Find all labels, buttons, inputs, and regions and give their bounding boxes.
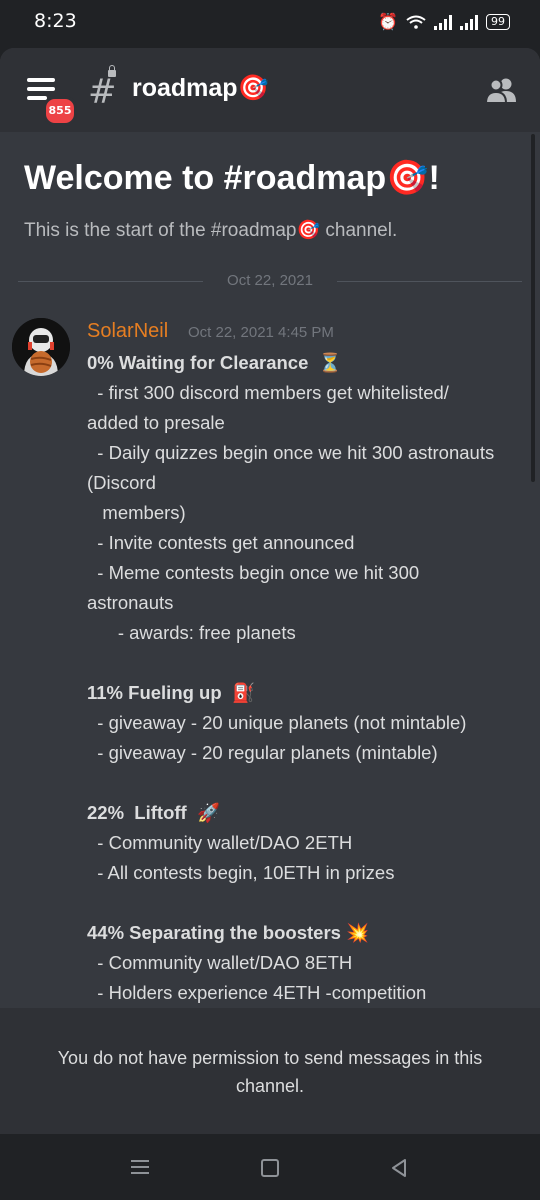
message-line: - first 300 discord members get whitelis… xyxy=(87,382,449,403)
signal-icon xyxy=(434,14,452,30)
notification-badge: 855 xyxy=(43,96,77,126)
wifi-icon xyxy=(406,15,426,29)
message-line: - giveaway - 20 regular planets (mintabl… xyxy=(87,742,438,763)
composer-locked-bar: You do not have permission to send messa… xyxy=(0,1008,540,1134)
signal-icon-2 xyxy=(460,14,478,30)
astronaut-avatar-image xyxy=(12,318,70,376)
message-line: - awards: free planets xyxy=(87,622,296,643)
message-list[interactable]: Welcome to #roadmap🎯! This is the start … xyxy=(0,132,540,1134)
permission-notice: You do not have permission to send messa… xyxy=(57,1048,483,1096)
roadmap-heading: 44% Separating the boosters 💥 xyxy=(87,922,370,943)
message-line xyxy=(87,888,527,918)
status-time: 8:23 xyxy=(34,10,77,32)
app-window: 855 # roadmap🎯 Welcome to #roadmap🎯! Thi… xyxy=(0,48,540,1134)
lock-icon xyxy=(108,65,116,77)
nav-back-icon[interactable] xyxy=(389,1158,409,1178)
message-line: - Community wallet/DAO 8ETH xyxy=(87,952,353,973)
message-line: (Discord xyxy=(87,472,156,493)
message-line: astronauts xyxy=(87,592,174,613)
message-line: - Invite contests get announced xyxy=(87,532,355,553)
message-line: - Community wallet/DAO 2ETH xyxy=(87,832,353,853)
date-divider: Oct 22, 2021 xyxy=(18,266,522,296)
roadmap-heading: 11% Fueling up ⛽ xyxy=(87,682,255,703)
message-timestamp: Oct 22, 2021 4:45 PM xyxy=(188,324,334,341)
scrollbar[interactable] xyxy=(531,134,535,482)
message-line: - All contests begin, 10ETH in prizes xyxy=(87,862,395,883)
message-line: - Holders experience 4ETH -competition xyxy=(87,982,427,1003)
message-line xyxy=(87,648,527,678)
message-line xyxy=(87,768,527,798)
welcome-subtitle: This is the start of the #roadmap🎯 chann… xyxy=(24,220,398,241)
message-line: - Meme contests begin once we hit 300 xyxy=(87,562,420,583)
roadmap-heading: 22% Liftoff 🚀 xyxy=(87,802,221,823)
nav-home-icon[interactable] xyxy=(261,1159,279,1177)
system-nav-bar xyxy=(0,1134,540,1200)
nav-recents-icon[interactable] xyxy=(131,1160,149,1174)
alarm-icon: ⏰ xyxy=(378,12,398,31)
battery-icon: 99 xyxy=(486,13,510,30)
divider-line-right xyxy=(337,281,522,282)
status-icons: ⏰ 99 xyxy=(378,12,510,31)
channel-header: 855 # roadmap🎯 xyxy=(0,48,540,132)
welcome-title: Welcome to #roadmap🎯! xyxy=(24,159,440,197)
message-line: added to presale xyxy=(87,412,225,433)
status-bar: 8:23 ⏰ 99 xyxy=(0,0,540,48)
channel-title[interactable]: roadmap🎯 xyxy=(132,74,269,103)
message-content: 0% Waiting for Clearance ⏳ - first 300 d… xyxy=(87,348,527,1008)
message-line: - giveaway - 20 unique planets (not mint… xyxy=(87,712,467,733)
message-line: members) xyxy=(87,502,186,523)
roadmap-heading: 0% Waiting for Clearance ⏳ xyxy=(87,352,342,373)
locked-channel-hash-icon: # xyxy=(88,72,117,112)
avatar[interactable] xyxy=(12,318,70,376)
message-author[interactable]: SolarNeil xyxy=(87,320,168,343)
members-icon[interactable] xyxy=(484,76,518,104)
message-line: - Daily quizzes begin once we hit 300 as… xyxy=(87,442,495,463)
